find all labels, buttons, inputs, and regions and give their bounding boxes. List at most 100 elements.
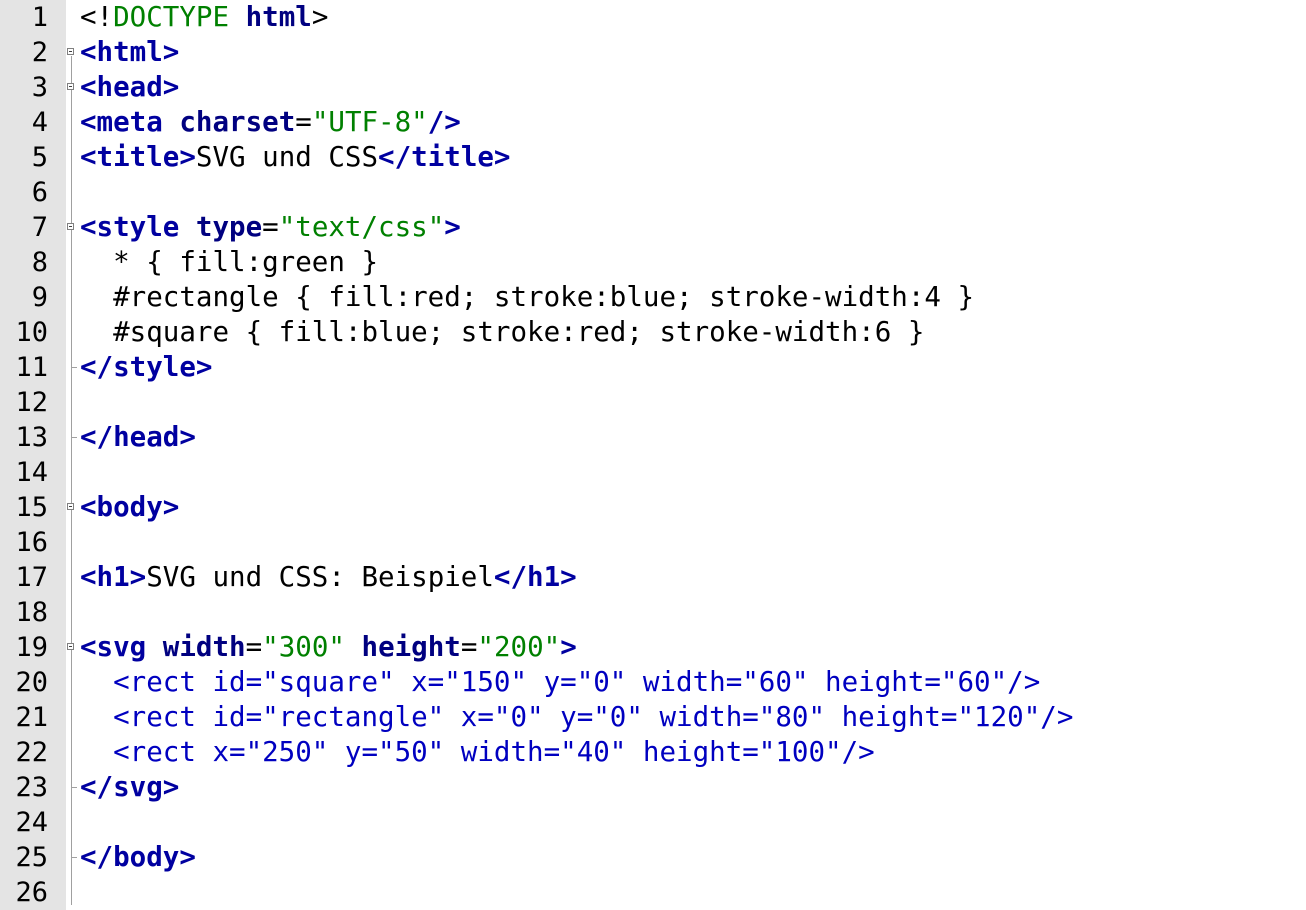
code-text: <rect id="square" x="150" y="0" width="6…: [80, 665, 1040, 700]
code-text: * { fill:green }: [80, 245, 378, 280]
code-line[interactable]: 7 <style type="text/css">: [0, 210, 1306, 245]
fold-toggle-icon[interactable]: [67, 503, 74, 510]
code-token: </body>: [80, 841, 196, 873]
code-text: <h1>SVG und CSS: Beispiel</h1>: [80, 560, 577, 595]
line-number: 18: [15, 597, 48, 628]
code-text: <svg width="300" height="200">: [80, 630, 577, 665]
line-number: 10: [15, 317, 48, 348]
code-line[interactable]: 25 </body>: [0, 840, 1306, 875]
code-token: <rect id="square" x="150" y="0" width="6…: [80, 666, 1041, 698]
code-text: <!DOCTYPE html>: [80, 0, 328, 35]
code-line[interactable]: 6: [0, 175, 1306, 210]
code-token: <head>: [80, 71, 180, 103]
line-number: 13: [15, 422, 48, 453]
code-token: />: [427, 106, 461, 138]
line-number: 6: [31, 177, 48, 208]
line-number: 22: [15, 737, 48, 768]
code-line[interactable]: 17 <h1>SVG und CSS: Beispiel</h1>: [0, 560, 1306, 595]
line-number: 2: [31, 37, 48, 68]
code-text: #rectangle { fill:red; stroke:blue; stro…: [80, 280, 974, 315]
code-line[interactable]: 15 <body>: [0, 490, 1306, 525]
fold-toggle-icon[interactable]: [67, 48, 74, 55]
line-number: 11: [15, 352, 48, 383]
code-text: #square { fill:blue; stroke:red; stroke-…: [80, 315, 924, 350]
code-line[interactable]: 13 </head>: [0, 420, 1306, 455]
code-token: DOCTYPE: [113, 1, 230, 33]
code-editor[interactable]: 1 <!DOCTYPE html> 2 <html> 3 <head> 4 <meta cha…: [0, 0, 1306, 910]
code-token: <style: [80, 211, 180, 243]
line-number: 3: [31, 72, 48, 103]
code-line[interactable]: 19 <svg width="300" height="200">: [0, 630, 1306, 665]
fold-toggle-icon[interactable]: [67, 83, 74, 90]
code-text: <style type="text/css">: [80, 210, 461, 245]
code-token: >: [560, 631, 577, 663]
code-line[interactable]: 11 </style>: [0, 350, 1306, 385]
line-number: 4: [31, 107, 48, 138]
code-line[interactable]: 10 #square { fill:blue; stroke:red; stro…: [0, 315, 1306, 350]
line-number: 25: [15, 842, 48, 873]
code-line[interactable]: 4 <meta charset="UTF-8"/>: [0, 105, 1306, 140]
code-token: <h1>: [80, 561, 147, 593]
code-token: <rect x="250" y="50" width="40" height="…: [80, 736, 875, 768]
code-token: width: [162, 631, 246, 663]
line-number: 17: [15, 562, 48, 593]
code-line[interactable]: 22 <rect x="250" y="50" width="40" heigh…: [0, 735, 1306, 770]
code-token: SVG und CSS: Beispiel: [146, 561, 494, 593]
line-number: 12: [15, 387, 48, 418]
code-token: </head>: [80, 421, 196, 453]
line-number: 9: [31, 282, 48, 313]
code-line[interactable]: 8 * { fill:green }: [0, 245, 1306, 280]
code-line[interactable]: 1 <!DOCTYPE html>: [0, 0, 1306, 35]
code-token: <rect id="rectangle" x="0" y="0" width="…: [80, 701, 1074, 733]
code-text: <title>SVG und CSS</title>: [80, 140, 510, 175]
line-number: 7: [31, 212, 48, 243]
code-token: =: [295, 106, 312, 138]
code-line[interactable]: 18: [0, 595, 1306, 630]
code-token: >: [444, 211, 461, 243]
code-line[interactable]: 20 <rect id="square" x="150" y="0" width…: [0, 665, 1306, 700]
code-line[interactable]: 2 <html>: [0, 35, 1306, 70]
code-text: <rect id="rectangle" x="0" y="0" width="…: [80, 700, 1073, 735]
code-token: "300": [262, 631, 345, 663]
code-line[interactable]: 9 #rectangle { fill:red; stroke:blue; st…: [0, 280, 1306, 315]
code-line[interactable]: 26: [0, 875, 1306, 910]
code-token: type: [195, 211, 263, 243]
fold-toggle-icon[interactable]: [67, 223, 74, 230]
code-line[interactable]: 24: [0, 805, 1306, 840]
code-text: <head>: [80, 70, 179, 105]
code-line[interactable]: 14: [0, 455, 1306, 490]
code-line[interactable]: 23 </svg>: [0, 770, 1306, 805]
fold-toggle-icon[interactable]: [67, 643, 74, 650]
code-token: charset: [179, 106, 296, 138]
code-token: </svg>: [80, 771, 180, 803]
code-line[interactable]: 3 <head>: [0, 70, 1306, 105]
code-token: "200": [477, 631, 561, 663]
code-token: <body>: [80, 491, 180, 523]
code-token: <html>: [80, 36, 180, 68]
line-number: 15: [15, 492, 48, 523]
code-line[interactable]: 5 <title>SVG und CSS</title>: [0, 140, 1306, 175]
code-area[interactable]: 1 <!DOCTYPE html> 2 <html> 3 <head> 4 <meta cha…: [0, 0, 1306, 910]
code-line[interactable]: 21 <rect id="rectangle" x="0" y="0" widt…: [0, 700, 1306, 735]
code-token: =: [262, 211, 279, 243]
code-token: #rectangle { fill:red; stroke:blue; stro…: [80, 281, 975, 313]
code-token: html: [245, 1, 312, 33]
line-number: 21: [15, 702, 48, 733]
code-token: * { fill:green }: [80, 246, 379, 278]
code-token: <!: [80, 1, 114, 33]
code-token: =: [460, 631, 478, 663]
line-number: 24: [15, 807, 48, 838]
code-line[interactable]: 12: [0, 385, 1306, 420]
line-number: 16: [15, 527, 48, 558]
code-line[interactable]: 16: [0, 525, 1306, 560]
code-text: </svg>: [80, 770, 179, 805]
line-number: 1: [31, 2, 48, 33]
code-token: <meta: [80, 106, 163, 138]
code-token: #square { fill:blue; stroke:red; stroke-…: [80, 316, 925, 348]
code-text: <body>: [80, 490, 179, 525]
